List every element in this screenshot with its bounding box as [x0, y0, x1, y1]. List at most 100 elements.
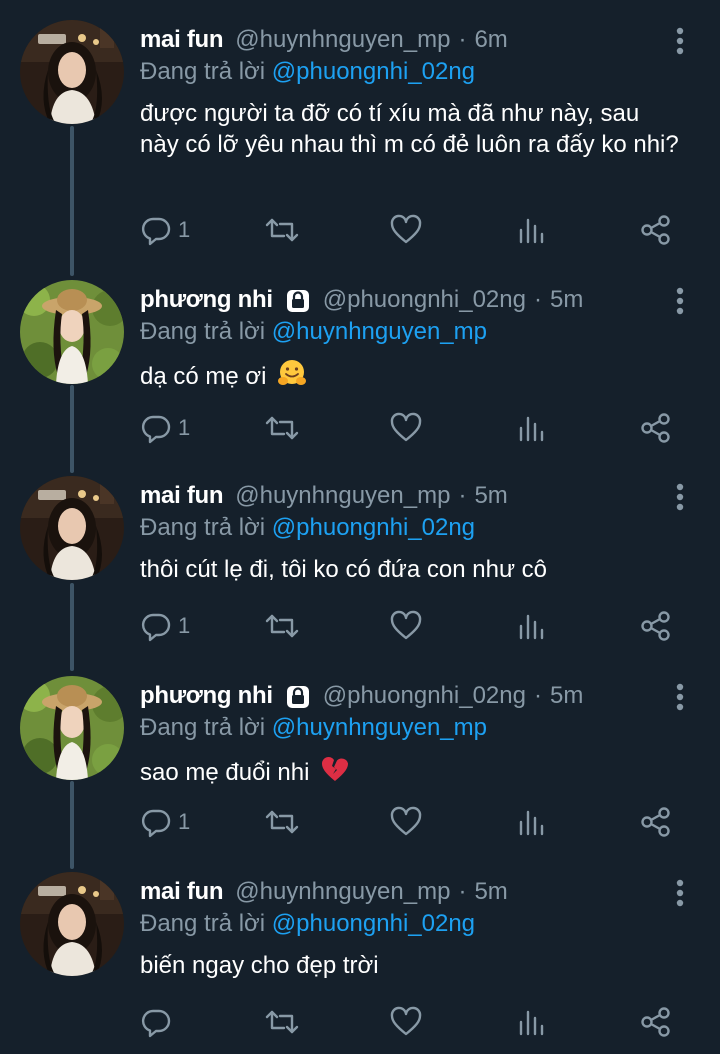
- avatar[interactable]: [20, 872, 124, 976]
- username-handle[interactable]: @huynhnguyen_mp: [235, 480, 450, 512]
- reply-button[interactable]: [140, 1002, 178, 1042]
- separator-dot: ·: [533, 286, 542, 313]
- like-icon: [390, 214, 422, 244]
- replying-to-handle-link[interactable]: @phuongnhi_02ng: [272, 58, 475, 85]
- share-button[interactable]: [640, 1002, 672, 1042]
- retweet-button[interactable]: [264, 802, 300, 842]
- analytics-icon: [519, 810, 544, 836]
- retweet-icon: [265, 218, 299, 242]
- avatar[interactable]: [20, 280, 124, 384]
- analytics-button[interactable]: [518, 210, 546, 250]
- tweet-text-content: dạ có mẹ ơi: [140, 363, 267, 390]
- analytics-icon: [519, 218, 544, 244]
- tweet[interactable]: mai fun @huynhnguyen_mp · 5m Đang trả lờ…: [0, 852, 720, 1054]
- tweet[interactable]: phương nhi @phuongnhi_02ng · 5m Đang trả…: [0, 656, 720, 854]
- replying-to: Đang trả lời @phuongnhi_02ng: [140, 512, 475, 544]
- share-button[interactable]: [640, 408, 672, 448]
- tweet-actions: 1: [140, 802, 680, 842]
- share-button[interactable]: [640, 802, 672, 842]
- retweet-button[interactable]: [264, 606, 300, 646]
- username-handle[interactable]: @huynhnguyen_mp: [235, 24, 450, 56]
- analytics-icon: [519, 416, 544, 442]
- tweet-header: mai fun @huynhnguyen_mp · 6m: [140, 24, 508, 56]
- share-button[interactable]: [640, 210, 672, 250]
- username-handle[interactable]: @huynhnguyen_mp: [235, 876, 450, 908]
- avatar[interactable]: [20, 676, 124, 780]
- reply-icon: [141, 613, 171, 642]
- more-vertical-icon[interactable]: [670, 878, 690, 908]
- tweet-text-content: sao mẹ đuổi nhi: [140, 759, 310, 786]
- reply-button[interactable]: 1: [140, 210, 190, 250]
- share-icon: [641, 413, 670, 443]
- replying-to-handle-link[interactable]: @phuongnhi_02ng: [272, 514, 475, 541]
- avatar-photo-mai-fun: [20, 476, 124, 580]
- more-vertical-icon[interactable]: [670, 482, 690, 512]
- tweet-text-content: biến ngay cho đẹp trời: [140, 952, 379, 979]
- tweet[interactable]: mai fun @huynhnguyen_mp · 5m Đang trả lờ…: [0, 456, 720, 654]
- tweet-actions: 1: [140, 408, 680, 448]
- display-name[interactable]: phương nhi: [140, 680, 273, 712]
- reply-icon: [141, 809, 171, 838]
- avatar[interactable]: [20, 20, 124, 124]
- like-button[interactable]: [390, 408, 422, 448]
- more-vertical-icon[interactable]: [670, 286, 690, 316]
- tweet[interactable]: mai fun @huynhnguyen_mp · 6m Đang trả lờ…: [0, 0, 720, 260]
- timestamp[interactable]: 5m: [474, 876, 507, 908]
- tweet-actions: 1: [140, 210, 680, 250]
- like-button[interactable]: [390, 210, 422, 250]
- reply-button[interactable]: 1: [140, 606, 190, 646]
- analytics-button[interactable]: [518, 802, 546, 842]
- timestamp[interactable]: 5m: [550, 284, 583, 316]
- share-icon: [641, 215, 670, 245]
- display-name[interactable]: mai fun: [140, 480, 224, 512]
- replying-to-label: Đang trả lời: [140, 910, 266, 937]
- tweet-text: biến ngay cho đẹp trời: [140, 950, 680, 981]
- reply-icon: [141, 217, 171, 246]
- replying-to-handle-link[interactable]: @huynhnguyen_mp: [272, 318, 487, 345]
- conversation-thread: mai fun @huynhnguyen_mp · 6m Đang trả lờ…: [0, 0, 720, 1054]
- avatar-photo-phuong-nhi: [20, 280, 124, 384]
- display-name[interactable]: phương nhi: [140, 284, 273, 316]
- retweet-icon: [265, 614, 299, 638]
- analytics-icon: [519, 614, 544, 640]
- timestamp[interactable]: 5m: [474, 480, 507, 512]
- reply-button[interactable]: 1: [140, 408, 190, 448]
- tweet-actions: 1: [140, 606, 680, 646]
- separator-dot: ·: [458, 26, 467, 53]
- retweet-button[interactable]: [264, 408, 300, 448]
- retweet-button[interactable]: [264, 1002, 300, 1042]
- share-icon: [641, 611, 670, 641]
- avatar-photo-mai-fun: [20, 872, 124, 976]
- analytics-button[interactable]: [518, 1002, 546, 1042]
- more-vertical-icon[interactable]: [670, 682, 690, 712]
- replying-to-label: Đang trả lời: [140, 514, 266, 541]
- analytics-button[interactable]: [518, 606, 546, 646]
- retweet-button[interactable]: [264, 210, 300, 250]
- reply-count: 1: [178, 809, 191, 834]
- replying-to-label: Đang trả lời: [140, 714, 266, 741]
- tweet-text: dạ có mẹ ơi: [140, 358, 680, 396]
- more-vertical-icon[interactable]: [670, 26, 690, 56]
- replying-to-handle-link[interactable]: @phuongnhi_02ng: [272, 910, 475, 937]
- timestamp[interactable]: 5m: [550, 680, 583, 712]
- like-button[interactable]: [390, 606, 422, 646]
- tweet[interactable]: phương nhi @phuongnhi_02ng · 5m Đang trả…: [0, 260, 720, 458]
- username-handle[interactable]: @phuongnhi_02ng: [323, 680, 526, 712]
- tweet-actions: [140, 1002, 680, 1042]
- avatar[interactable]: [20, 476, 124, 580]
- display-name[interactable]: mai fun: [140, 876, 224, 908]
- retweet-icon: [265, 1010, 299, 1034]
- lock-icon: [285, 683, 311, 709]
- reply-button[interactable]: 1: [140, 802, 190, 842]
- replying-to: Đang trả lời @huynhnguyen_mp: [140, 712, 487, 744]
- like-button[interactable]: [390, 1002, 422, 1042]
- replying-to-handle-link[interactable]: @huynhnguyen_mp: [272, 714, 487, 741]
- display-name[interactable]: mai fun: [140, 24, 224, 56]
- share-button[interactable]: [640, 606, 672, 646]
- broken-heart-emoji-icon: [320, 754, 350, 792]
- like-button[interactable]: [390, 802, 422, 842]
- separator-dot: ·: [458, 482, 467, 509]
- analytics-button[interactable]: [518, 408, 546, 448]
- timestamp[interactable]: 6m: [474, 24, 507, 56]
- username-handle[interactable]: @phuongnhi_02ng: [323, 284, 526, 316]
